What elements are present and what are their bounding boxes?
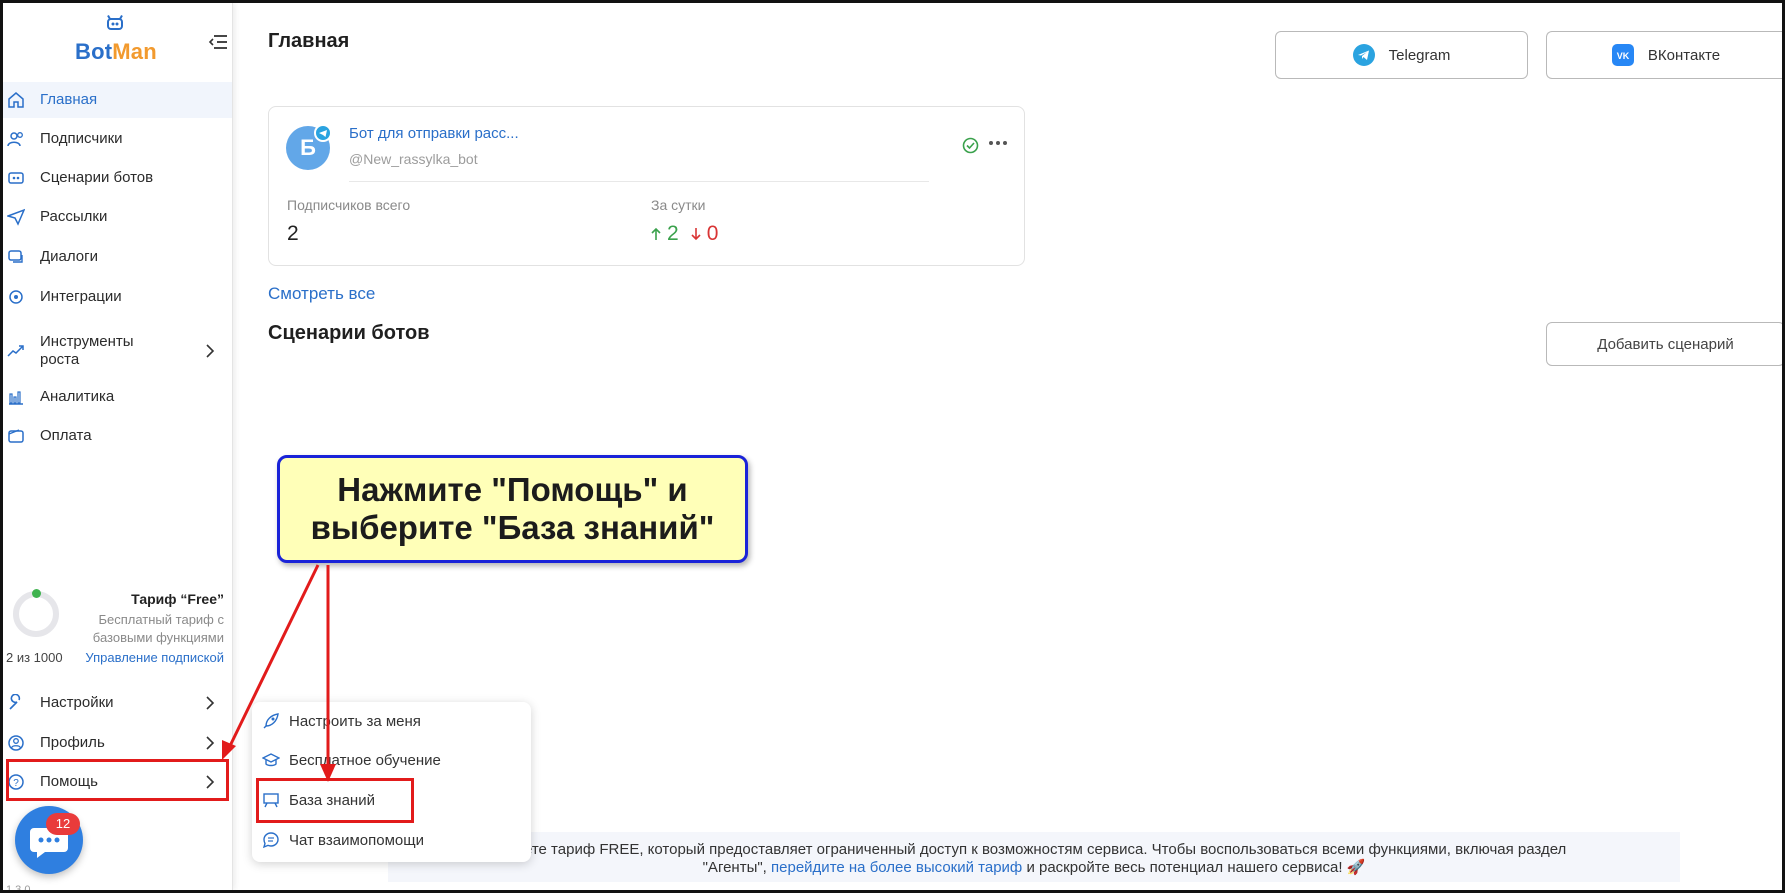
app-version: 1.3.0 bbox=[6, 884, 31, 893]
vk-icon: VK bbox=[1611, 44, 1634, 66]
chat-bubble-icon bbox=[262, 832, 279, 849]
sidebar-item-dialogs[interactable]: Диалоги bbox=[3, 239, 232, 275]
platform-label: Telegram bbox=[1388, 46, 1451, 64]
daily-label: За сутки bbox=[651, 197, 706, 213]
home-icon bbox=[8, 92, 24, 108]
tariff-panel: Тариф “Free” Бесплатный тариф с базовыми… bbox=[3, 583, 232, 673]
sidebar-item-label: Профиль bbox=[40, 734, 105, 751]
instruction-callout: Нажмите "Помощь" и выберите "База знаний… bbox=[277, 455, 748, 563]
help-menu-item-setup[interactable]: Настроить за меня bbox=[252, 703, 531, 739]
send-icon bbox=[7, 208, 25, 226]
manage-subscription-link[interactable]: Управление подпиской bbox=[85, 650, 224, 665]
help-menu-label: Бесплатное обучение bbox=[289, 751, 441, 769]
sidebar-item-label: Интеграции bbox=[40, 288, 122, 305]
arrow-down-icon bbox=[691, 228, 701, 241]
tariff-notice: …уете тариф FREE, который предоставляет … bbox=[388, 832, 1680, 882]
check-circle-icon bbox=[962, 137, 979, 154]
subscribers-total-value: 2 bbox=[287, 222, 299, 245]
profile-icon bbox=[8, 735, 24, 751]
tariff-description: Бесплатный тариф с базовыми функциями bbox=[92, 612, 224, 645]
daily-up-value: 2 bbox=[667, 222, 679, 245]
sidebar-item-mailings[interactable]: Рассылки bbox=[3, 199, 232, 235]
wrench-icon bbox=[9, 694, 21, 710]
sidebar-item-label: Сценарии ботов bbox=[40, 169, 154, 186]
help-menu-label: Чат взаимопомощи bbox=[289, 831, 424, 849]
sidebar-item-label: Настройки bbox=[40, 694, 114, 711]
sidebar-item-analytics[interactable]: Аналитика bbox=[3, 379, 232, 415]
usage-indicator-dot bbox=[32, 589, 41, 598]
subscribers-total-label: Подписчиков всего bbox=[287, 197, 411, 213]
daily-down-value: 0 bbox=[706, 222, 719, 245]
help-menu-item-community-chat[interactable]: Чат взаимопомощи bbox=[252, 822, 531, 858]
sidebar-item-label: Подписчики bbox=[40, 130, 123, 147]
help-highlight-box bbox=[6, 759, 229, 801]
sidebar-item-growth-tools[interactable]: Инструменты роста bbox=[3, 329, 232, 373]
notice-text: "Агенты", bbox=[702, 859, 767, 876]
vk-button[interactable]: VK ВКонтакте bbox=[1546, 31, 1785, 79]
growth-icon bbox=[7, 345, 24, 357]
daily-values: 2 0 bbox=[651, 222, 718, 246]
logo-text: BotMan bbox=[75, 39, 157, 64]
collapse-menu-icon[interactable] bbox=[208, 33, 228, 51]
chat-icon bbox=[8, 250, 23, 263]
svg-text:VK: VK bbox=[1617, 51, 1630, 61]
notice-text: …уете тариф FREE, который предоставляет … bbox=[501, 841, 1567, 858]
callout-line: Нажмите "Помощь" и bbox=[337, 471, 688, 508]
integrations-icon bbox=[9, 290, 23, 304]
sidebar-item-profile[interactable]: Профиль bbox=[3, 725, 232, 761]
users-icon bbox=[7, 132, 23, 147]
callout-line: выберите "База знаний" bbox=[310, 509, 715, 546]
robot-logo-icon bbox=[107, 15, 123, 30]
divider bbox=[349, 181, 929, 182]
knowledge-base-highlight-box bbox=[256, 778, 414, 823]
sidebar-item-label: Инструменты роста bbox=[40, 333, 134, 368]
telegram-icon bbox=[1352, 44, 1375, 66]
sidebar-item-label: Диалоги bbox=[40, 248, 98, 265]
telegram-button[interactable]: Telegram bbox=[1275, 31, 1528, 79]
wallet-icon bbox=[8, 429, 24, 443]
arrow-up-icon bbox=[651, 227, 661, 240]
chevron-right-icon bbox=[206, 696, 215, 710]
upgrade-tariff-link[interactable]: перейдите на более высокий тариф bbox=[771, 859, 1022, 876]
chevron-right-icon bbox=[206, 344, 215, 358]
bot-name-link[interactable]: Бот для отправки расс... bbox=[349, 125, 519, 142]
sidebar-item-subscribers[interactable]: Подписчики bbox=[3, 121, 232, 157]
tariff-title: Тариф “Free” bbox=[131, 591, 224, 607]
more-options-icon[interactable] bbox=[987, 133, 1009, 153]
analytics-icon bbox=[9, 391, 23, 405]
add-scenario-button[interactable]: Добавить сценарий bbox=[1546, 322, 1785, 366]
help-menu-label: Настроить за меня bbox=[289, 712, 421, 730]
page-title: Главная bbox=[268, 30, 350, 52]
sidebar-item-label: Оплата bbox=[40, 427, 92, 444]
rocket-icon bbox=[263, 713, 279, 729]
see-all-link[interactable]: Смотреть все bbox=[268, 284, 375, 304]
telegram-badge-icon bbox=[314, 124, 332, 142]
graduation-icon bbox=[262, 753, 280, 767]
sidebar: BotMan Главная Подписчики Сценарии ботов… bbox=[3, 3, 233, 893]
sidebar-item-settings[interactable]: Настройки bbox=[3, 685, 232, 721]
sidebar-item-scenarios[interactable]: Сценарии ботов bbox=[3, 160, 232, 196]
tariff-usage: 2 из 1000 bbox=[6, 650, 63, 665]
sidebar-item-integrations[interactable]: Интеграции bbox=[3, 279, 232, 315]
chevron-right-icon bbox=[206, 736, 215, 750]
sidebar-item-label: Аналитика bbox=[40, 388, 115, 405]
bot-handle: @New_rassylka_bot bbox=[349, 151, 478, 167]
scenarios-title: Сценарии ботов bbox=[268, 322, 430, 344]
scenario-icon bbox=[8, 172, 24, 184]
bot-card: Б Бот для отправки расс... @New_rassylka… bbox=[268, 106, 1025, 266]
sidebar-item-label: Рассылки bbox=[40, 208, 108, 225]
sidebar-item-label: Главная bbox=[40, 91, 98, 108]
sidebar-item-home[interactable]: Главная bbox=[3, 82, 232, 118]
unread-count-badge: 12 bbox=[46, 813, 80, 835]
platform-label: ВКонтакте bbox=[1647, 46, 1721, 64]
notice-text: и раскройте весь потенциал нашего сервис… bbox=[1026, 859, 1366, 876]
sidebar-item-payment[interactable]: Оплата bbox=[3, 418, 232, 454]
help-menu-item-training[interactable]: Бесплатное обучение bbox=[252, 742, 531, 778]
